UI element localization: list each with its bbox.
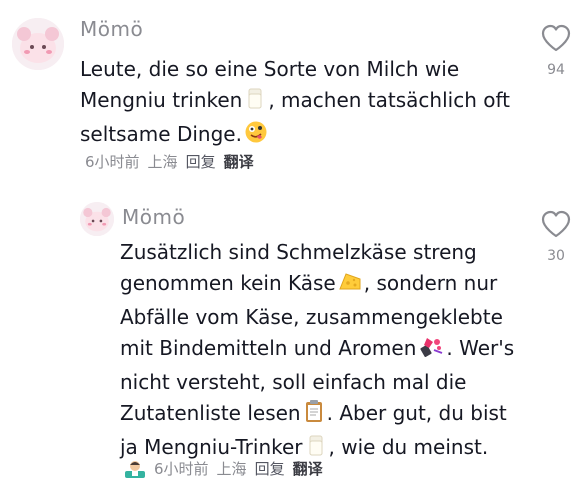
username[interactable]: Mömö [122,205,185,229]
comment-line: Abfälle vom Käse, zusammengeklebte [120,305,503,329]
comment-fragment: Mengniu trinken [80,88,243,112]
translate-button[interactable]: 翻译 [293,458,323,479]
avatar[interactable] [80,202,114,236]
comment-line: mit Bindemitteln und Aromen . Wer's [120,333,514,367]
reply-button[interactable]: 回复 [186,151,216,172]
comment-fragment: mit Bindemitteln und Aromen [120,336,417,360]
comment-fragment: ja Mengniu-Trinker [120,435,303,459]
reply-button[interactable]: 回复 [255,458,285,479]
timestamp: 6小时前 [154,460,209,478]
comment-fragment: , wie du meinst. [328,435,489,459]
location: 上海 [216,460,247,478]
person-badge-icon [124,459,146,479]
comment-fragment: , sondern nur [363,271,498,295]
comment-text: Leute, die so eine Sorte von Milch wie M… [80,54,510,153]
avatar[interactable] [12,18,64,70]
comment-fragment: genommen kein Käse [120,271,336,295]
comment-line: Mengniu trinken , machen tatsächlich oft [80,85,510,119]
comment-fragment: . Aber gut, du bist [326,401,507,425]
comment-line: seltsame Dinge. [80,119,510,153]
comment-fragment: . Wer's [446,336,515,360]
timestamp: 6小时前 [85,153,140,171]
heart-outline-icon [541,24,571,52]
translate-button[interactable]: 翻译 [224,151,254,172]
avatar-image [80,202,114,236]
comment-line: nicht versteht, soll einfach mal die [120,370,467,394]
comment-line: genommen kein Käse , sondern nur [120,268,514,302]
comment-line: Leute, die so eine Sorte von Milch wie [80,57,460,81]
avatar-image [12,18,64,70]
comment-text: Zusätzlich sind Schmelzkäse streng genom… [120,237,514,466]
username[interactable]: Mömö [80,17,143,41]
comment-line: Zutatenliste lesen . Aber gut, du bist [120,398,514,432]
like-count: 94 [547,62,565,78]
zany-face-emoji [244,120,268,153]
like-count: 30 [547,248,565,264]
like-button[interactable]: 94 [536,24,576,78]
comment-meta: 6小时前 上海 回复 翻译 [124,458,331,479]
comment-meta: 6小时前 上海 回复 翻译 [85,151,262,172]
comment-fragment: Zutatenliste lesen [120,401,301,425]
heart-outline-icon [541,210,571,238]
cheese-emoji [338,271,362,302]
location: 上海 [147,153,178,171]
comment-fragment: seltsame Dinge. [80,122,242,146]
milk-emoji [244,86,266,119]
comment-line: Zusätzlich sind Schmelzkäse streng [120,240,477,264]
comment-fragment: , machen tatsächlich oft [268,88,511,112]
clipboard-emoji [303,399,325,432]
lipstick-emoji [418,334,444,367]
like-button[interactable]: 30 [536,210,576,264]
